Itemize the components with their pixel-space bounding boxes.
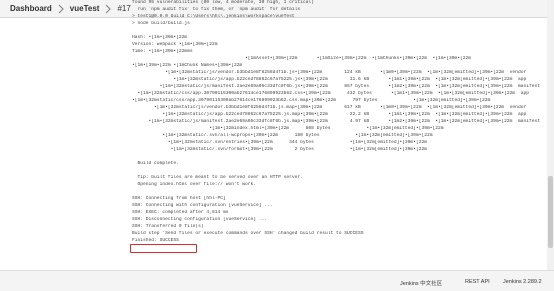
page-footer: Jenkins 中文社区 REST API Jenkins 2.289.2 xyxy=(0,270,554,291)
console-line: •[1m•[32mstatic/js/app.b22ced78862c67a75… xyxy=(132,112,527,117)
console-line: •[1m•[32mindex.html•[39m•[22m 508 bytes … xyxy=(132,126,444,131)
footer-rest-api-link[interactable]: REST API xyxy=(465,279,490,285)
console-line: •[1m•[32mstatic/css/app.30790115300ab276… xyxy=(132,98,491,103)
vertical-scrollbar[interactable] xyxy=(547,0,554,270)
console-line: •[1m•[32mstatic/js/manifest.2ae2e69a05c3… xyxy=(132,84,540,89)
console-line: •[1m•[32mstatic/.svn/entries•[39m•[22m 3… xyxy=(132,140,427,145)
console-line: •[1m•[32mstatic/css/app.30790115300ab276… xyxy=(132,91,529,96)
scrollbar-thumb[interactable] xyxy=(548,176,553,248)
console-line: Build complete. xyxy=(132,161,179,166)
console-line: SSH: Connecting with configuration [vueS… xyxy=(132,203,273,208)
console-line: SSH: Transferred 9 file(s) xyxy=(132,224,204,229)
breadcrumb-dashboard[interactable]: Dashboard xyxy=(10,4,52,13)
console-line: Build step 'Send files or execute comman… xyxy=(132,231,364,236)
chevron-right-icon xyxy=(52,0,70,18)
console-line: •[1m•[32mstatic/js/app.b22ced78862c67a75… xyxy=(132,77,527,82)
console-line: Hash: •[1m•[39m•[22m xyxy=(132,35,188,40)
console-line: SSH: Connecting from host [hhl-PC] xyxy=(132,196,226,201)
console-line: found 95 vulnerabilities (90 low, 4 mode… xyxy=(132,0,314,5)
console-line: SSH: Disconnecting configuration [vueSer… xyxy=(132,217,268,222)
console-line: •[1m•[32mstatic/js/vendor.b3bbd1e8f6258d… xyxy=(132,70,527,75)
footer-community-link[interactable]: Jenkins 中文社区 xyxy=(400,279,442,287)
console-line: •[1m•[39m•[22m •[1mChunk Names•[39m•[22m xyxy=(132,63,243,68)
finished-status-highlight xyxy=(130,244,197,253)
footer-version-link[interactable]: Jenkins 2.289.2 xyxy=(503,279,542,285)
console-line: •[1mAsset•[39m•[22m •[1mSize•[39m•[22m •… xyxy=(132,56,472,61)
console-line: Version: webpack •[1m•[39m•[22m xyxy=(132,42,218,47)
console-line: Time: •[1m•[39m•[22mms xyxy=(132,49,193,54)
console-line: > node build/build.js xyxy=(132,21,190,26)
console-line: Tip: built files are meant to be served … xyxy=(132,175,303,180)
console-line: run `npm audit fix` to fix them, or `npm… xyxy=(132,7,301,12)
console-output: found 95 vulnerabilities (90 low, 4 mode… xyxy=(100,0,540,262)
console-line: •[1m•[32mstatic/.svn/format•[39m•[22m 2 … xyxy=(132,147,427,152)
console-line: •[1m•[32mstatic/.svn/all-wcprops•[39m•[2… xyxy=(132,133,433,138)
console-line: > test1@0.0.0 build C:\Users\hhl\.jenkin… xyxy=(132,14,295,19)
console-line: Opening index.html over file:// won't wo… xyxy=(132,182,257,187)
breadcrumb-job[interactable]: vueTest xyxy=(70,4,100,13)
console-line: •[1m•[32mstatic/js/vendor.b3bbd1e8f6258d… xyxy=(132,105,527,110)
console-line: •[1m•[32mstatic/js/manifest.2ae2e69a05c3… xyxy=(132,119,540,124)
console-line: Finished: SUCCESS xyxy=(132,238,179,243)
console-line: SSH: EXEC: completed after 4,814 ms xyxy=(132,210,229,215)
